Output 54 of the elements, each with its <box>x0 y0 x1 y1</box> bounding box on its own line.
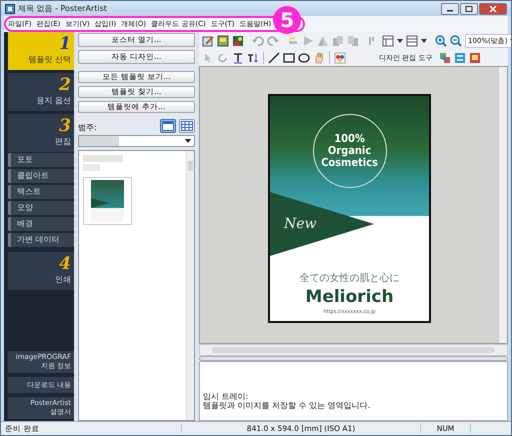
app-icon <box>5 4 15 14</box>
sidebar-item[interactable]: 가변 데이터 <box>8 233 74 247</box>
close-icon <box>489 6 497 12</box>
sidebar-item[interactable]: 포토 <box>8 153 74 167</box>
vertical-text-icon[interactable] <box>247 52 259 64</box>
tray-description: 임시 트레이: 템플릿과 이미지를 저장할 수 있는 영역입니다. <box>203 392 370 410</box>
minimize-button[interactable] <box>441 2 459 14</box>
ellipse-icon[interactable] <box>298 52 310 64</box>
poster-tagline: 全ての女性の肌と心に <box>300 272 400 285</box>
line-icon[interactable] <box>268 52 280 64</box>
close-button[interactable] <box>479 2 507 14</box>
zoom-out-icon[interactable] <box>450 34 462 46</box>
step-tab[interactable]: 1 템플릿 선택 <box>8 32 74 70</box>
caret-icon <box>185 139 191 143</box>
caret-icon[interactable] <box>421 38 427 42</box>
splitter-handle[interactable] <box>199 356 508 361</box>
template-thumbnail[interactable] <box>83 177 132 225</box>
poster-brand: Meliorich <box>305 287 394 307</box>
edit-icon[interactable] <box>202 34 214 46</box>
rectangle-icon[interactable] <box>283 52 295 64</box>
color-icon[interactable] <box>334 52 346 64</box>
step-tab[interactable]: 3 편집 <box>8 114 74 152</box>
sidebar-item[interactable]: 배경 <box>8 217 74 231</box>
swap-icon[interactable] <box>454 52 466 64</box>
sidebar-item[interactable]: 클립아트 <box>8 169 74 183</box>
vertical-scrollbar[interactable] <box>186 151 194 420</box>
image-icon[interactable] <box>232 34 244 46</box>
caret-icon[interactable] <box>397 38 403 42</box>
grid-view-button[interactable] <box>179 119 195 133</box>
maximize-icon <box>465 6 473 12</box>
text-icon[interactable] <box>232 52 244 64</box>
blurred-text <box>79 136 119 146</box>
sidebar-item[interactable]: 텍스트 <box>8 185 74 199</box>
temporary-tray[interactable]: 임시 트레이: 템플릿과 이미지를 저장할 수 있는 영역입니다. <box>199 361 508 421</box>
vertical-scrollbar[interactable] <box>498 67 507 343</box>
blurred-text <box>83 155 123 162</box>
palette-icon[interactable] <box>439 52 452 64</box>
step-tab[interactable]: 2 용지 옵션 <box>8 73 74 111</box>
list-view-button[interactable] <box>160 119 176 133</box>
template-icon[interactable] <box>217 34 229 46</box>
window-title: 제목 없음 - PosterArtist <box>18 3 107 14</box>
zoom-in-icon[interactable] <box>435 34 447 46</box>
poster-headline: 100% Organic Cosmetics <box>321 133 378 169</box>
sidebar-item[interactable]: 모양 <box>8 201 74 215</box>
category-dropdown[interactable] <box>78 135 195 147</box>
layout-icon[interactable] <box>382 34 394 46</box>
grid-icon[interactable] <box>406 34 418 46</box>
picture-edit-icon[interactable] <box>469 52 482 64</box>
poster-tag: New <box>284 216 317 232</box>
horizontal-scrollbar[interactable] <box>199 344 508 356</box>
step-tab[interactable]: 4 인쇄 <box>8 252 74 290</box>
template-list[interactable] <box>78 150 195 421</box>
maximize-button[interactable] <box>460 2 478 14</box>
category-label: 범주: <box>78 122 97 133</box>
